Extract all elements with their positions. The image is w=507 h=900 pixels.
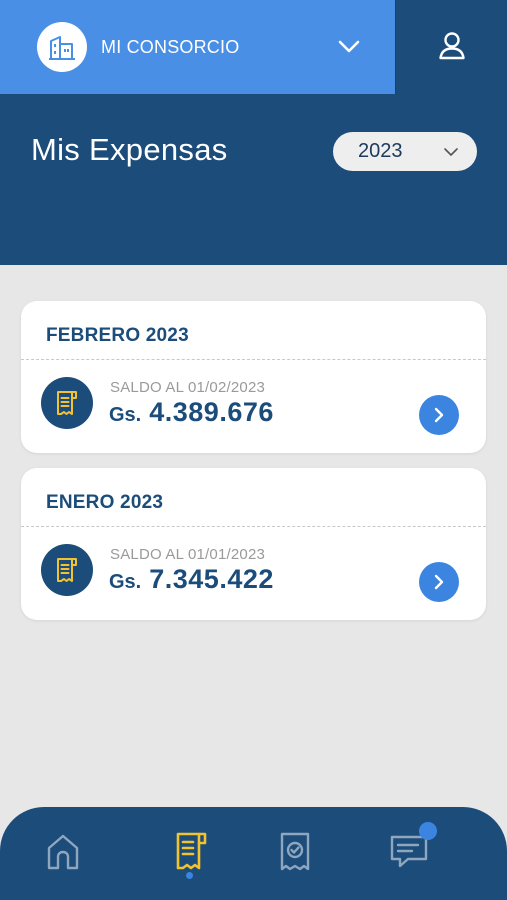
user-icon	[437, 30, 467, 65]
currency: Gs.	[109, 404, 142, 426]
notification-dot	[419, 822, 437, 840]
card-month: FEBRERO 2023	[46, 325, 189, 346]
card-month: ENERO 2023	[46, 492, 164, 513]
profile-button[interactable]	[395, 0, 507, 94]
consorcio-name: MI CONSORCIO	[101, 36, 240, 57]
expensa-card[interactable]: FEBRERO 2023 SALDO AL 01/02/2023 Gs. 4.3…	[21, 301, 486, 453]
saldo-label: SALDO AL 01/01/2023	[110, 546, 266, 563]
view-detail-button[interactable]	[419, 395, 459, 435]
chevron-down-icon[interactable]	[337, 35, 361, 59]
home-icon[interactable]	[41, 829, 85, 873]
receipt-icon	[41, 377, 93, 429]
chevron-right-icon	[434, 407, 444, 423]
year-select[interactable]: 2023	[333, 132, 477, 171]
amount: 4.389.676	[149, 397, 274, 427]
payment-receipt-icon[interactable]	[273, 829, 317, 873]
saldo-label: SALDO AL 01/02/2023	[110, 379, 266, 396]
top-bar: MI CONSORCIO	[0, 0, 507, 94]
receipt-icon[interactable]	[169, 829, 213, 873]
year-value: 2023	[358, 140, 403, 162]
consorcio-selector[interactable]: MI CONSORCIO	[0, 0, 395, 94]
amount-row: Gs. 7.345.422	[109, 564, 274, 595]
receipt-icon	[41, 544, 93, 596]
amount-row: Gs. 4.389.676	[109, 397, 274, 428]
bottom-nav	[0, 807, 507, 900]
card-divider	[21, 359, 486, 360]
amount: 7.345.422	[149, 564, 274, 594]
chevron-right-icon	[434, 574, 444, 590]
card-divider	[21, 526, 486, 527]
view-detail-button[interactable]	[419, 562, 459, 602]
page-header: Mis Expensas 2023	[0, 94, 507, 265]
building-icon	[37, 22, 87, 72]
chevron-down-icon	[443, 144, 459, 160]
expensa-card[interactable]: ENERO 2023 SALDO AL 01/01/2023 Gs. 7.345…	[21, 468, 486, 620]
page-title: Mis Expensas	[31, 132, 228, 167]
active-indicator	[186, 872, 193, 879]
currency: Gs.	[109, 571, 142, 593]
